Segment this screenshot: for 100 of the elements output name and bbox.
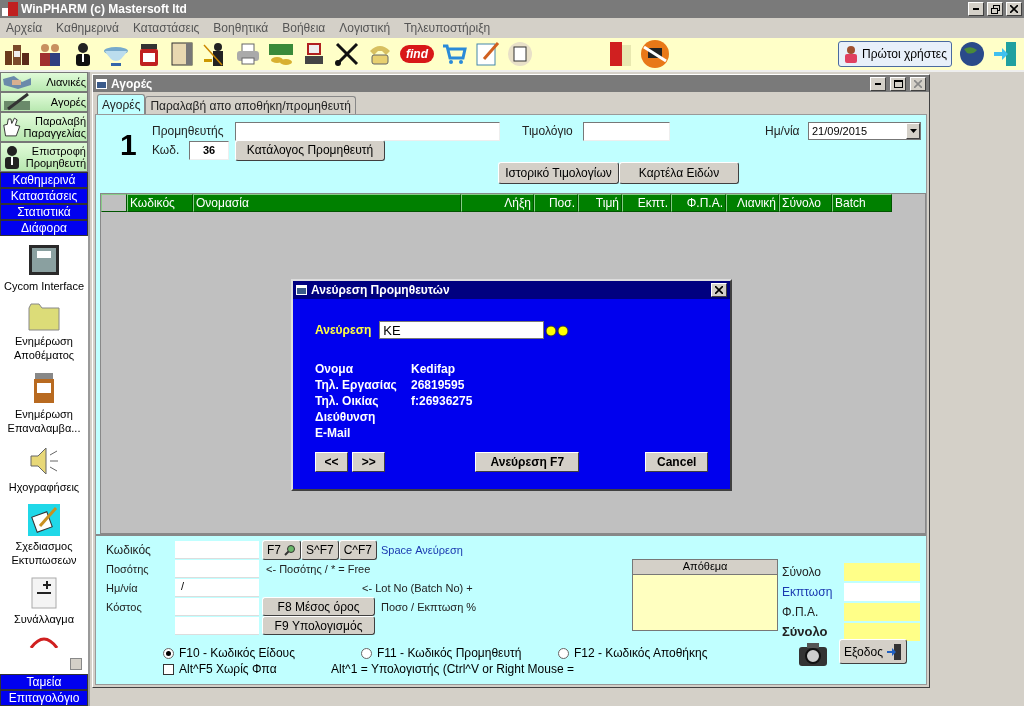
category-button[interactable]: Καταστάσεις bbox=[0, 188, 88, 204]
minimize-button[interactable] bbox=[968, 2, 984, 16]
people-icon bbox=[37, 41, 63, 67]
category-button[interactable]: Διάφορα bbox=[0, 220, 88, 236]
items-button[interactable]: Καρτέλα Ειδών bbox=[619, 162, 739, 184]
exit-button[interactable]: Εξοδος bbox=[839, 639, 907, 664]
shortcut-button[interactable]: Παραλαβή Παραγγελίας bbox=[0, 112, 88, 142]
shortcut-label[interactable]: Cycom Interface bbox=[3, 279, 85, 293]
glasses-icon bbox=[544, 323, 571, 337]
restore-icon bbox=[990, 4, 1000, 14]
info-label: Ονομα bbox=[315, 362, 355, 376]
key-button[interactable]: C^F7 bbox=[338, 539, 377, 560]
field-label: Ημ/νία bbox=[106, 581, 139, 594]
column-header: Τιμή bbox=[578, 194, 622, 212]
entry-field[interactable]: / bbox=[175, 578, 259, 597]
menu-item[interactable]: Λογιστική bbox=[339, 21, 391, 35]
shortcut-button[interactable]: Επιστροφή Προμηθευτή bbox=[0, 142, 88, 172]
dialog-button[interactable]: Ανεύρεση F7 bbox=[475, 452, 580, 472]
tab[interactable]: Αγορές bbox=[97, 94, 146, 114]
hint-text: Space Ανεύρεση bbox=[380, 543, 463, 556]
find-button[interactable]: find bbox=[400, 45, 434, 63]
medicine-box-icon bbox=[169, 41, 195, 67]
info-value: Kedifap bbox=[411, 362, 456, 376]
supplier-field[interactable] bbox=[235, 121, 500, 141]
category-button[interactable]: Ταμεία bbox=[0, 674, 88, 690]
window-title: Αγορές bbox=[111, 76, 154, 91]
info-label: Τηλ. Εργασίας bbox=[315, 378, 398, 392]
entry-field[interactable] bbox=[175, 559, 259, 578]
history-button[interactable]: Ιστορικό Τιμολογίων bbox=[498, 162, 619, 184]
column-header: Λιανική bbox=[726, 194, 779, 212]
close-icon bbox=[914, 79, 922, 88]
menu-item[interactable]: Καταστάσεις bbox=[132, 21, 200, 35]
app-logo-icon bbox=[2, 2, 18, 16]
catalog-button[interactable]: Κατάλογος Προμηθευτή bbox=[235, 139, 385, 161]
field-label: Προμηθευτής bbox=[152, 124, 225, 138]
menu-item[interactable]: Τηλευποστήριξη bbox=[404, 21, 491, 35]
close-button[interactable] bbox=[711, 283, 727, 297]
shortcut-label[interactable]: Ηχογραφήσεις bbox=[8, 480, 80, 494]
search-mode-radio[interactable]: F12 - Κωδικός Αποθήκης bbox=[558, 645, 798, 661]
window-title: WinPHARM (c) Mastersoft ltd bbox=[21, 2, 188, 16]
info-label: Διεύθυνση bbox=[315, 410, 377, 424]
search-mode-radio[interactable]: F11 - Κωδικός Προμηθευτή bbox=[331, 645, 558, 661]
shortcut-label[interactable]: Συνάλλαγμα bbox=[13, 612, 75, 626]
entry-field[interactable] bbox=[175, 540, 259, 559]
maximize-button[interactable] bbox=[890, 76, 906, 91]
category-button[interactable]: Καθημερινά bbox=[0, 172, 88, 188]
key-button[interactable]: F7 bbox=[262, 539, 301, 560]
shortcut-label[interactable]: Σχεδιασμος Εκτυπωσεων bbox=[0, 539, 88, 567]
category-button[interactable]: Στατιστικά bbox=[0, 204, 88, 220]
column-header: Ποσ. bbox=[534, 194, 578, 212]
arch-icon bbox=[29, 636, 59, 648]
menu-item[interactable]: Βοηθητικά bbox=[213, 21, 269, 35]
medicine-jar-icon bbox=[32, 372, 56, 404]
man-icon bbox=[2, 145, 22, 169]
folder-icon bbox=[28, 303, 60, 331]
column-header: Batch bbox=[832, 194, 892, 212]
entry-field[interactable] bbox=[175, 597, 259, 616]
shortcut-button[interactable]: Αγορές bbox=[0, 92, 88, 112]
function-button[interactable]: F8 Μέσος όρος bbox=[262, 597, 375, 616]
search-mode-radio[interactable]: F10 - Κωδικός Είδους bbox=[163, 645, 331, 661]
vat-checkbox[interactable]: Alt^F5 Χωρίς Φπα bbox=[163, 661, 331, 677]
key-button[interactable]: S^F7 bbox=[301, 539, 339, 560]
dialog-button[interactable]: Cancel bbox=[645, 452, 708, 472]
code-field[interactable]: 36 bbox=[189, 140, 229, 160]
date-select[interactable]: 21/09/2015 bbox=[808, 122, 921, 140]
stock-header: Απόθεμα bbox=[633, 560, 777, 575]
shortcut-label[interactable]: Ενημέρωση Αποθέματος bbox=[0, 334, 88, 362]
restore-button[interactable] bbox=[987, 2, 1003, 16]
users-button[interactable]: Πρώτοι χρήστες bbox=[838, 41, 952, 67]
category-button[interactable]: Επιταγολόγιο bbox=[0, 690, 88, 706]
pen-icon bbox=[2, 93, 32, 111]
menu-item[interactable]: Βοήθεια bbox=[282, 21, 326, 35]
handshake-icon bbox=[2, 73, 32, 91]
close-button[interactable] bbox=[910, 76, 926, 91]
search-field[interactable]: KE bbox=[379, 321, 545, 339]
shortcut-label[interactable]: Ενημέρωση Επαναλαμβα... bbox=[0, 407, 88, 435]
entry-field[interactable] bbox=[175, 616, 259, 635]
minimize-icon bbox=[875, 82, 881, 85]
user-icon bbox=[843, 45, 859, 63]
drawing-tools-icon bbox=[28, 504, 60, 536]
total-label: Εκπτωση bbox=[782, 584, 834, 601]
field-label: Ημ/νία bbox=[765, 124, 801, 138]
shortcut-button[interactable]: Λιανικές bbox=[0, 72, 88, 92]
dialog-title: Ανεύρεση Προμηθευτών bbox=[311, 283, 451, 297]
minimize-button[interactable] bbox=[870, 76, 886, 91]
close-button[interactable] bbox=[1006, 2, 1022, 16]
function-button[interactable]: F9 Υπολογισμός bbox=[262, 616, 375, 635]
hint-text: <- Ποσότης / * = Free bbox=[266, 562, 371, 575]
field-label: Τιμολόγιο bbox=[522, 124, 574, 138]
menu-item[interactable]: Καθημερινά bbox=[56, 21, 119, 35]
tab[interactable]: Παραλαβή απο αποθήκη/προμηθευτή bbox=[145, 96, 356, 114]
column-header: Εκπτ. bbox=[622, 194, 671, 212]
invoice-field[interactable] bbox=[583, 121, 670, 141]
speaker-icon bbox=[28, 445, 60, 477]
dialog-button[interactable]: >> bbox=[352, 452, 386, 472]
menu-item[interactable]: Αρχεία bbox=[6, 21, 43, 35]
column-header: Σύνολο bbox=[779, 194, 832, 212]
close-icon bbox=[1010, 5, 1018, 13]
maximize-icon bbox=[893, 79, 903, 88]
dialog-button[interactable]: << bbox=[315, 452, 349, 472]
